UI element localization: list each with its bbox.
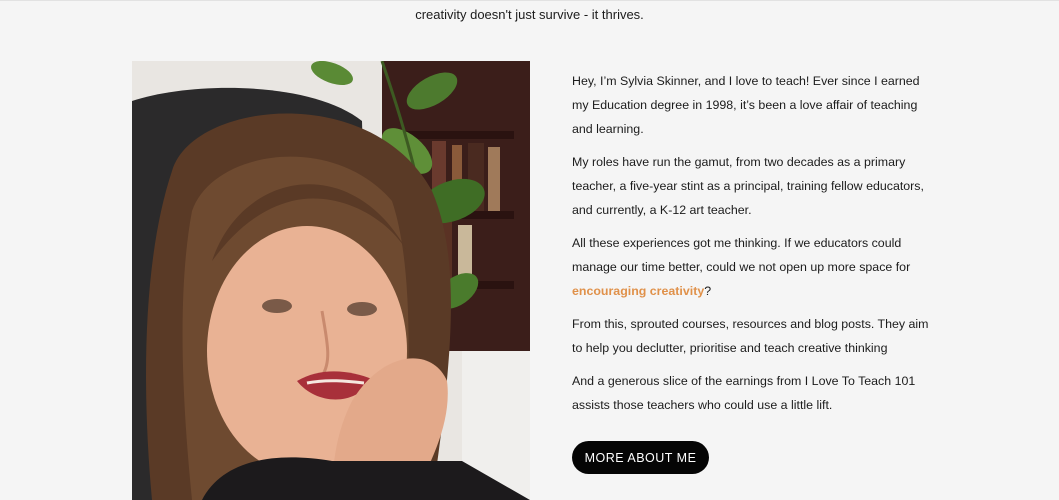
portrait-photo <box>132 61 530 500</box>
bio-paragraph-intro: Hey, I’m Sylvia Skinner, and I love to t… <box>572 74 920 136</box>
top-divider <box>0 0 1059 1</box>
bio-paragraph-experience: All these experiences got me thinking. I… <box>572 231 937 303</box>
bio-paragraph-courses: From this, sprouted courses, resources a… <box>572 317 929 355</box>
encouraging-creativity-link[interactable]: encouraging creativity <box>572 284 704 298</box>
bio-experience-end: ? <box>704 284 712 298</box>
bio-experience-text: All these experiences got me thinking. I… <box>572 236 911 274</box>
intro-text: creativity doesn't just survive - it thr… <box>415 7 644 22</box>
bio-paragraph-roles: My roles have run the gamut, from two de… <box>572 155 924 217</box>
bio-section: Hey, I’m Sylvia Skinner, and I love to t… <box>572 69 937 426</box>
more-about-me-button[interactable]: MORE ABOUT ME <box>572 441 709 474</box>
bio-paragraph-earnings: And a generous slice of the earnings fro… <box>572 374 916 412</box>
